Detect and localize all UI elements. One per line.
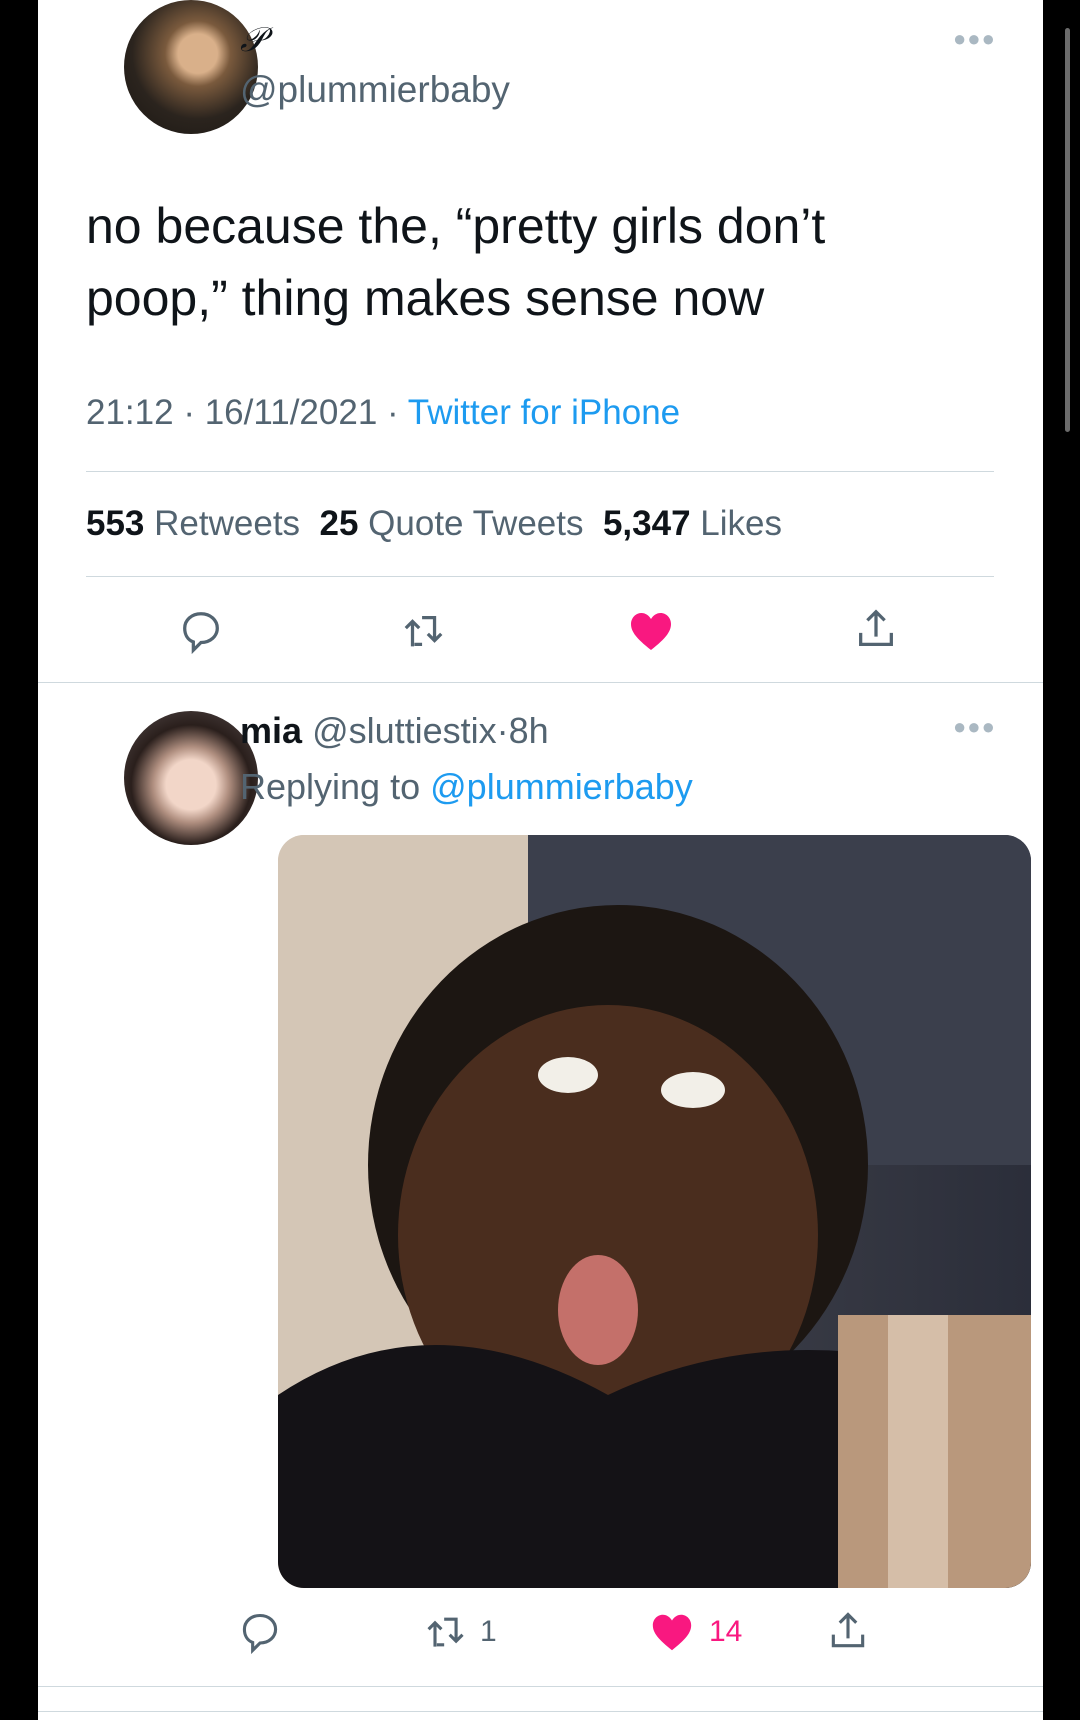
retweet-icon <box>404 615 443 647</box>
likes-stat[interactable]: 5,347 Likes <box>603 504 782 543</box>
author-avatar[interactable] <box>124 0 258 134</box>
reply-header: mia @sluttiestix·8h <box>240 710 549 752</box>
tweet-source-link[interactable]: Twitter for iPhone <box>408 393 680 432</box>
reply-display-name[interactable]: mia <box>240 710 302 751</box>
retweets-count: 553 <box>86 504 145 543</box>
share-button[interactable] <box>853 606 899 652</box>
reply-like-count: 14 <box>709 1615 743 1648</box>
more-options-icon[interactable]: ●●● <box>953 26 996 52</box>
divider <box>38 1686 1043 1687</box>
quotes-stat[interactable]: 25 Quote Tweets <box>320 504 584 543</box>
retweets-label: Retweets <box>154 504 301 543</box>
reply-share-button[interactable] <box>826 1609 870 1653</box>
tweet-detail-page: 𝒫 @plummierbaby ●●● no because the, “pre… <box>38 0 1070 1720</box>
reply-retweet-count: 1 <box>480 1615 497 1648</box>
reaction-photo <box>278 835 1031 1588</box>
author-display-name[interactable]: 𝒫 <box>240 22 265 60</box>
reply-button[interactable] <box>178 608 224 654</box>
reply-like-button[interactable]: 14 <box>649 1609 742 1655</box>
retweet-button[interactable] <box>401 608 447 654</box>
author-handle[interactable]: @plummierbaby <box>240 69 510 111</box>
tweet-time: 21:12 <box>86 393 174 432</box>
separator: · <box>183 393 195 432</box>
replying-to: Replying to @plummierbaby <box>240 766 693 808</box>
separator: · <box>387 393 399 432</box>
divider <box>86 576 994 577</box>
tweet-text-line: no because the, “pretty girls don’t <box>86 198 826 254</box>
replying-label: Replying to <box>240 766 421 807</box>
reply-author-avatar[interactable] <box>124 711 258 845</box>
quotes-count: 25 <box>319 504 359 543</box>
retweets-stat[interactable]: 553 Retweets <box>86 504 300 543</box>
heart-icon <box>631 613 671 650</box>
tweet-text: no because the, “pretty girls don’t poop… <box>86 190 825 334</box>
reply-age: 8h <box>508 710 549 751</box>
divider <box>38 1711 1043 1712</box>
scrollbar[interactable] <box>1065 28 1070 432</box>
tweet-stats: 553 Retweets 25 Quote Tweets 5,347 Likes <box>86 504 782 544</box>
reply-media-image[interactable] <box>278 835 1031 1588</box>
reply-reply-button[interactable] <box>238 1610 282 1654</box>
reply-retweet-button[interactable]: 1 <box>424 1610 497 1654</box>
reply-icon <box>242 1613 278 1654</box>
likes-count: 5,347 <box>602 504 691 543</box>
retweet-icon <box>427 1617 464 1647</box>
likes-label: Likes <box>700 504 782 543</box>
divider <box>38 682 1043 683</box>
share-icon <box>859 609 893 646</box>
quotes-label: Quote Tweets <box>368 504 584 543</box>
divider <box>86 471 994 472</box>
reply-icon <box>183 612 219 654</box>
replying-handle-link[interactable]: @plummierbaby <box>430 766 693 807</box>
tweet-meta: 21:12 · 16/11/2021 · Twitter for iPhone <box>86 393 680 433</box>
tweet-date: 16/11/2021 <box>204 393 378 432</box>
share-icon <box>831 1612 865 1648</box>
like-button[interactable] <box>627 607 675 655</box>
reply-handle[interactable]: @sluttiestix <box>312 710 497 751</box>
separator: · <box>496 710 509 751</box>
heart-icon <box>652 1614 692 1651</box>
reply-more-options-icon[interactable]: ●●● <box>953 714 996 740</box>
tweet-text-line: poop,” thing makes sense now <box>86 270 765 326</box>
